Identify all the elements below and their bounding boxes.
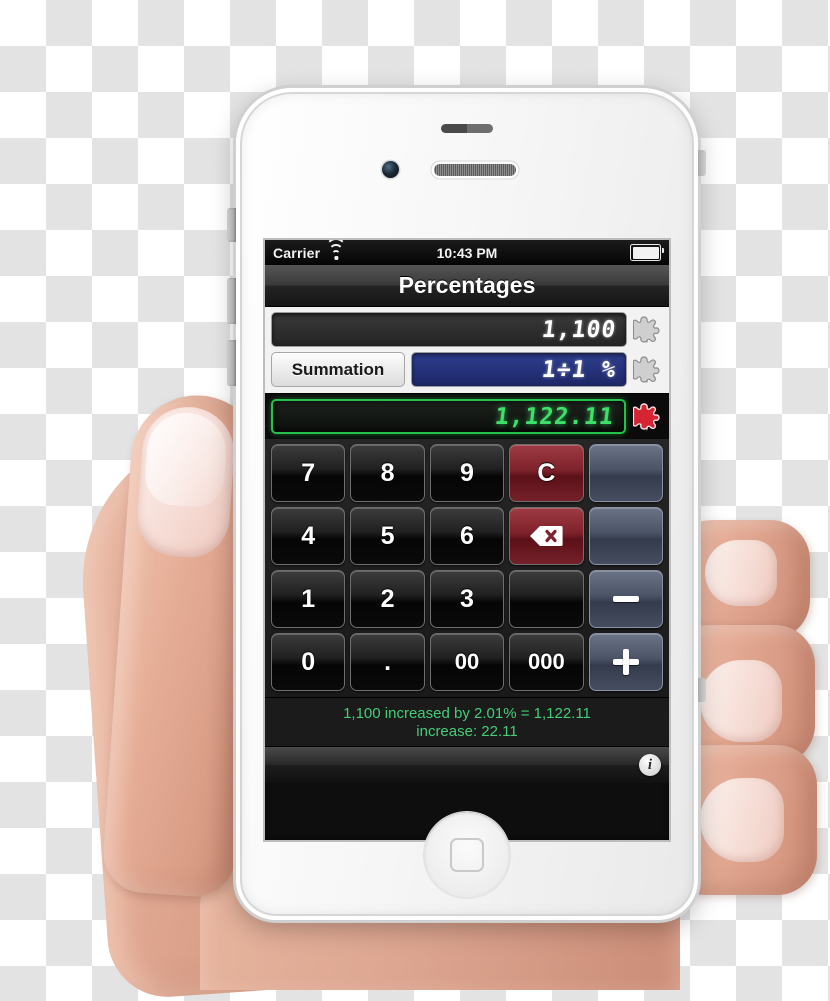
summation-button[interactable]: Summation (271, 352, 405, 387)
input-row-1: 1,100 (271, 312, 663, 347)
base-value-display[interactable]: 1,100 (271, 312, 627, 347)
operator-display[interactable]: 1÷1 % (411, 352, 627, 387)
input-panel: 1,100 Summation 1÷1 % (265, 307, 669, 393)
key-7[interactable]: 7 (271, 444, 346, 502)
key-label: 9 (460, 458, 474, 487)
antenna-band (698, 678, 706, 702)
key-blank[interactable] (509, 570, 584, 628)
proximity-sensor-icon (441, 124, 493, 133)
key-5[interactable]: 5 (350, 507, 425, 565)
info-icon[interactable]: i (639, 754, 661, 776)
key-9[interactable]: 9 (429, 444, 505, 502)
fingernail-ring (700, 778, 784, 862)
backspace-icon (529, 525, 563, 547)
smartphone-body: Carrier 10:43 PM Percentages 1,100 Summa… (227, 88, 706, 920)
fingernail-index (705, 540, 777, 606)
key-label: 6 (460, 521, 474, 550)
status-bar-clock: 10:43 PM (436, 244, 498, 261)
sim-tray (698, 150, 706, 176)
input-row-2: Summation 1÷1 % (271, 352, 663, 387)
phone-screen: Carrier 10:43 PM Percentages 1,100 Summa… (265, 240, 669, 840)
key-4[interactable]: 4 (271, 507, 346, 565)
mute-switch[interactable] (227, 208, 236, 242)
page-title: Percentages (398, 272, 536, 298)
key-8[interactable]: 8 (350, 444, 425, 502)
key-00[interactable]: 00 (429, 633, 505, 691)
key-label: 8 (380, 458, 395, 487)
key-000[interactable]: 000 (509, 633, 584, 691)
key-label: 5 (380, 521, 395, 550)
base-value-text: 1,100 (540, 316, 618, 343)
earpiece-speaker-icon (434, 164, 516, 176)
key-label: 7 (301, 458, 316, 487)
key-label: 3 (460, 584, 474, 613)
key-label: 2 (380, 584, 395, 613)
key-3[interactable]: 3 (429, 570, 505, 628)
keypad: 7 8 9 C 4 5 6 1 2 3 0. 00 000 (265, 439, 669, 697)
key-dot[interactable]: . (350, 633, 425, 691)
key-1[interactable]: 1 (271, 570, 346, 628)
key-blank[interactable] (588, 444, 663, 502)
key-label: 00 (454, 649, 480, 674)
key-0[interactable]: 0 (271, 633, 346, 691)
key-label: . (384, 647, 392, 676)
key-C[interactable]: C (509, 444, 584, 502)
result-row: 1,122.11 (265, 393, 669, 439)
explanation-line-1: 1,100 increased by 2.01% = 1,122.11 (343, 705, 591, 722)
thumbnail (134, 403, 238, 561)
key-label: 0 (301, 647, 316, 676)
navigation-bar: Percentages (265, 265, 669, 307)
key-label: 4 (301, 521, 316, 550)
result-display[interactable]: 1,122.11 (271, 399, 626, 434)
key-label: 000 (528, 649, 565, 674)
status-bar: Carrier 10:43 PM (265, 240, 669, 265)
key-plus[interactable] (588, 633, 663, 691)
puzzle-icon[interactable] (633, 314, 663, 346)
minus-icon (612, 596, 639, 602)
operator-text: 1÷1 % (540, 356, 618, 383)
bottom-toolbar: i (265, 746, 669, 783)
fingernail-middle (700, 660, 782, 742)
key-minus[interactable] (588, 570, 663, 628)
result-value: 1,122.11 (493, 403, 616, 430)
explanation-line-2: increase: 22.11 (416, 723, 518, 740)
key-6[interactable]: 6 (429, 507, 505, 565)
key-label: 1 (301, 584, 316, 613)
battery-icon (630, 244, 664, 261)
key-2[interactable]: 2 (350, 570, 425, 628)
key-backspace[interactable] (509, 507, 584, 565)
volume-up-button[interactable] (227, 278, 236, 324)
puzzle-icon-red[interactable] (633, 401, 663, 433)
explanation-panel: 1,100 increased by 2.01% = 1,122.11 incr… (265, 697, 669, 746)
puzzle-icon[interactable] (633, 354, 663, 386)
volume-down-button[interactable] (227, 340, 236, 386)
key-blank[interactable] (588, 507, 663, 565)
key-label: C (537, 458, 556, 487)
front-camera-icon (382, 161, 399, 178)
home-button[interactable] (424, 812, 510, 898)
plus-icon (612, 649, 639, 675)
